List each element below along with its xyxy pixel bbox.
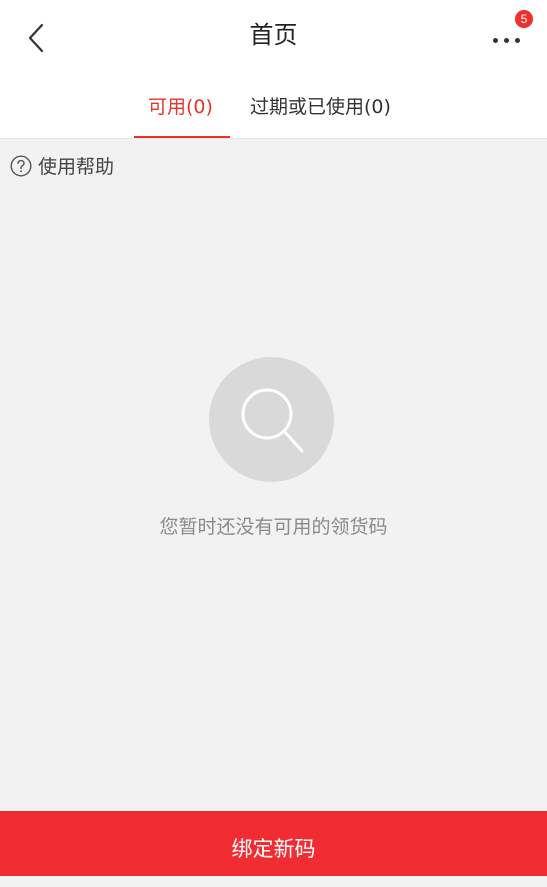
question-circle-icon: [10, 154, 32, 177]
top-nav-bar: 首页 5: [0, 0, 547, 72]
usage-help-link[interactable]: 使用帮助: [10, 152, 114, 179]
empty-state-message: 您暂时还没有可用的领货码: [159, 516, 388, 538]
tab-expired-or-used[interactable]: 过期或已使用(0): [250, 94, 391, 120]
search-icon: [241, 388, 304, 453]
bind-new-code-button[interactable]: 绑定新码: [0, 811, 547, 876]
active-tab-indicator: [134, 136, 230, 138]
empty-state-illustration: [209, 357, 334, 482]
notification-badge: 5: [515, 10, 533, 28]
more-dots-icon: [493, 38, 520, 43]
tab-available[interactable]: 可用(0): [148, 94, 213, 120]
more-menu-button[interactable]: 5: [491, 10, 535, 58]
tab-bar: 可用(0) 过期或已使用(0): [0, 72, 547, 139]
usage-help-label: 使用帮助: [38, 156, 115, 178]
page-title: 首页: [249, 21, 298, 49]
